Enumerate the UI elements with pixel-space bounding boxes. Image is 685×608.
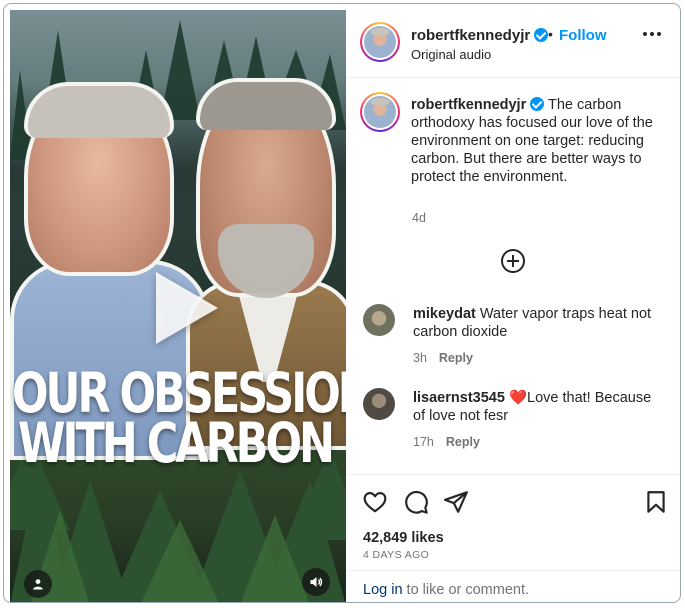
caption-timestamp[interactable]: 4d — [412, 211, 426, 225]
comment-time[interactable]: 17h — [413, 435, 434, 449]
comment-avatar[interactable] — [363, 388, 395, 420]
login-divider — [347, 570, 680, 571]
video-headline-line2: WITH CARBON — [18, 412, 335, 476]
post-header: robertfkennedyjr • Follow Original audio — [347, 4, 680, 78]
volume-button[interactable] — [302, 568, 330, 596]
comment-time[interactable]: 3h — [413, 351, 427, 365]
actions-divider — [347, 474, 680, 475]
author-avatar[interactable] — [360, 22, 400, 62]
load-more-comments-icon[interactable] — [501, 249, 525, 273]
comment-meta: 3h Reply — [413, 351, 473, 365]
comment-meta: 17h Reply — [413, 435, 480, 449]
author-avatar-photo — [364, 26, 396, 58]
caption-username[interactable]: robertfkennedyjr — [411, 97, 526, 113]
login-prompt-text: to like or comment. — [402, 582, 530, 598]
caption-avatar-photo — [364, 96, 396, 128]
like-heart-icon[interactable] — [362, 489, 388, 515]
comment-item: lisaernst3545 ❤️Love that! Because of lo… — [413, 389, 663, 425]
comment-username[interactable]: mikeydat — [413, 306, 476, 322]
original-audio-link[interactable]: Original audio — [411, 47, 491, 62]
user-tag-button[interactable] — [24, 570, 52, 598]
comment-avatar[interactable] — [363, 304, 395, 336]
more-options-icon[interactable] — [643, 32, 661, 36]
save-bookmark-icon[interactable] — [643, 489, 669, 515]
likes-count[interactable]: 42,849 likes — [363, 530, 444, 546]
follow-button[interactable]: Follow — [559, 27, 607, 44]
reply-button[interactable]: Reply — [446, 435, 480, 449]
post-side-panel: robertfkennedyjr • Follow Original audio… — [347, 4, 680, 602]
user-tag-icon — [33, 579, 43, 590]
author-username-row: robertfkennedyjr — [411, 27, 549, 44]
header-separator: • — [548, 26, 553, 42]
comment-username[interactable]: lisaernst3545 — [413, 390, 505, 406]
comment-item: mikeydat Water vapor traps heat not carb… — [413, 305, 663, 341]
play-icon[interactable] — [156, 272, 218, 344]
login-link[interactable]: Log in — [363, 582, 403, 598]
caption-author-avatar[interactable] — [360, 92, 400, 132]
comment-bubble-icon[interactable] — [403, 489, 429, 515]
caption-verified-badge-icon — [530, 97, 545, 111]
login-prompt: Log in to like or comment. — [363, 582, 529, 598]
heart-emoji-icon: ❤️ — [508, 390, 527, 406]
post-media[interactable]: OUR OBSESSION WITH CARBON — [10, 10, 346, 602]
person-right-hair — [196, 78, 336, 130]
post-caption: robertfkennedyjr The carbon orthodoxy ha… — [411, 96, 661, 186]
reply-button[interactable]: Reply — [439, 351, 473, 365]
author-username[interactable]: robertfkennedyjr — [411, 27, 530, 44]
post-frame: OUR OBSESSION WITH CARBON robertfkennedy… — [3, 3, 681, 603]
person-left-hair — [24, 82, 174, 138]
share-send-icon[interactable] — [443, 489, 469, 515]
verified-badge-icon — [534, 28, 549, 42]
volume-icon — [310, 577, 323, 587]
post-date[interactable]: 4 DAYS AGO — [363, 549, 429, 561]
